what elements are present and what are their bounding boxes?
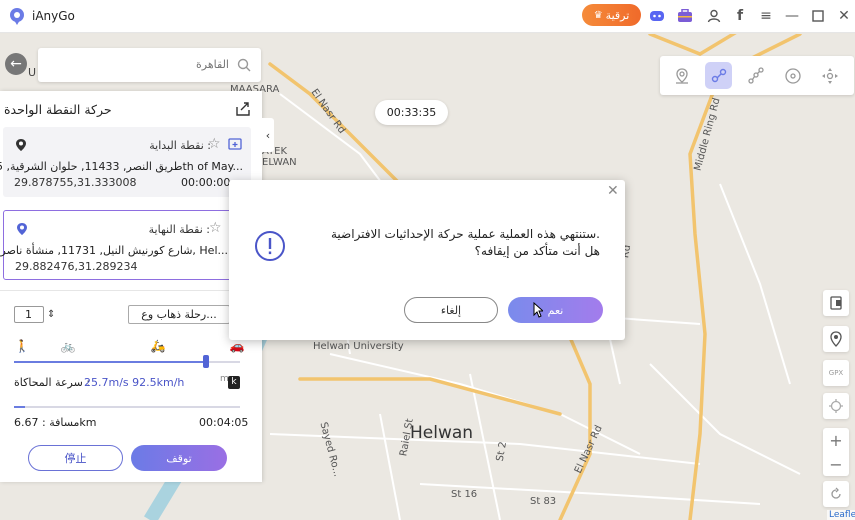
gpx-import-button[interactable]: GPX (823, 360, 849, 386)
app-logo-icon (10, 8, 24, 25)
motorcycle-icon[interactable]: 🛵 (150, 339, 166, 353)
map-label: St 16 (451, 489, 478, 500)
maximize-icon[interactable] (809, 7, 827, 25)
timer-pill: 00:33:35 (375, 100, 448, 125)
export-icon[interactable] (235, 101, 251, 117)
leaflet-attribution-link[interactable]: Leaflet (827, 510, 855, 520)
minimize-icon[interactable]: — (783, 7, 801, 25)
map-label: Helwan (410, 423, 474, 443)
end-pin-icon (17, 223, 27, 235)
favorite-star-icon[interactable]: ☆ (209, 220, 222, 236)
device-icon[interactable] (823, 290, 849, 316)
map-label: U (28, 66, 37, 79)
repeat-count-input[interactable]: 1 (14, 306, 44, 323)
car-icon[interactable]: 🚗 (229, 339, 245, 353)
info-warning-icon (255, 231, 285, 261)
divider (0, 290, 262, 291)
start-time: 00:00:00 (181, 176, 231, 189)
stepper-arrows-icon[interactable]: ⇕ (47, 309, 55, 320)
start-coords: 29.878755,31.333008 (14, 176, 137, 189)
menu-icon[interactable]: ≡ (757, 7, 775, 25)
trip-mode-select[interactable]: رحلة ذهاب وع... (128, 305, 230, 324)
stop-button[interactable]: 停止 (28, 445, 123, 471)
zoom-out-icon[interactable]: − (823, 452, 849, 476)
panel-title: حركة النقطة الواحدة (4, 102, 112, 117)
mouse-cursor-icon (533, 302, 543, 318)
app-name: iAnyGo (32, 9, 75, 23)
dialog-close-icon[interactable]: ✕ (607, 183, 619, 199)
multi-spot-mode-icon[interactable] (742, 62, 769, 89)
collapse-panel-button[interactable]: ‹ (262, 118, 274, 152)
speed-slider-thumb[interactable] (203, 355, 209, 368)
confirm-dialog: ✕ ستنتهي هذه العملية عملية حركة الإحداثي… (229, 180, 625, 340)
dpad-mode-icon[interactable] (816, 62, 843, 89)
map-label: St 83 (530, 496, 557, 507)
route-progress (14, 406, 240, 408)
location-target-icon[interactable] (823, 326, 849, 352)
reset-rotate-icon[interactable] (823, 481, 849, 507)
add-folder-icon[interactable] (228, 137, 242, 151)
search-input[interactable]: القاهرة (196, 58, 229, 71)
zoom-in-icon[interactable]: + (823, 428, 849, 452)
facebook-icon[interactable]: f (731, 7, 749, 25)
pause-button[interactable]: توقف (131, 445, 227, 471)
discord-icon[interactable] (648, 7, 666, 25)
speed-label: سرعة المحاكاة : (14, 376, 91, 389)
dialog-confirm-button[interactable]: نعم (508, 297, 603, 323)
dialog-message-line2: هل أنت متأكد من إيقافه؟ (474, 244, 600, 258)
zoom-control: + − (823, 428, 849, 476)
back-button[interactable]: ← (5, 53, 27, 75)
joystick-mode-icon[interactable] (779, 62, 806, 89)
mode-toolbar (660, 56, 854, 95)
end-point-card[interactable]: ☆ نقطة النهاية : شارع كورنيش النيل, 1173… (0, 210, 251, 280)
arrow-left-icon: ← (10, 56, 22, 72)
search-icon[interactable] (236, 57, 252, 73)
map-label: ELWAN (262, 157, 297, 168)
chevron-left-icon: ‹ (265, 128, 271, 142)
distance-text: مسافة : 6.67km (14, 416, 97, 429)
start-point-label: نقطة البداية : (149, 139, 211, 152)
start-point-card[interactable]: ☆ نقطة البداية : طريق النصر, 11433, حلوا… (0, 127, 251, 197)
unit-k: k (228, 376, 240, 389)
teleport-mode-icon[interactable] (668, 62, 695, 89)
crosshair-icon[interactable] (823, 393, 849, 419)
elapsed-time: 00:04:05 (199, 416, 249, 429)
start-address: طريق النصر, 11433, حلوان الشرقية, 15th o… (0, 160, 243, 173)
speed-slider-fill (14, 361, 209, 363)
upgrade-button[interactable]: ♛ ترقية (582, 4, 641, 26)
speed-value: 25.7m/s 92.5km/h (84, 376, 185, 389)
route-progress-fill (14, 406, 26, 408)
end-coords: 29.882476,31.289234 (15, 260, 138, 273)
search-box[interactable]: القاهرة (38, 48, 261, 82)
map-label: Helwan University (313, 341, 404, 352)
bicycle-icon[interactable]: 🚲 (60, 339, 76, 353)
crown-icon: ♛ (593, 9, 603, 21)
upgrade-label: ترقية (605, 8, 630, 22)
toolbox-icon[interactable] (676, 7, 694, 25)
dialog-message-line1: ستنتهي هذه العملية عملية حركة الإحداثيات… (330, 227, 600, 241)
end-point-label: نقطة النهاية : (148, 223, 210, 236)
walk-icon[interactable]: 🚶 (14, 339, 30, 353)
dialog-cancel-button[interactable]: إلغاء (404, 297, 498, 323)
title-bar: iAnyGo ♛ ترقية f ≡ — ✕ (0, 0, 855, 33)
single-spot-mode-icon[interactable] (705, 62, 732, 89)
start-pin-icon (16, 139, 26, 151)
user-icon[interactable] (705, 7, 723, 25)
end-address: شارع كورنيش النيل, 11731, منشأة ناصر, He… (0, 244, 228, 257)
unit-toggle[interactable]: m k (218, 374, 242, 389)
close-icon[interactable]: ✕ (835, 7, 853, 25)
